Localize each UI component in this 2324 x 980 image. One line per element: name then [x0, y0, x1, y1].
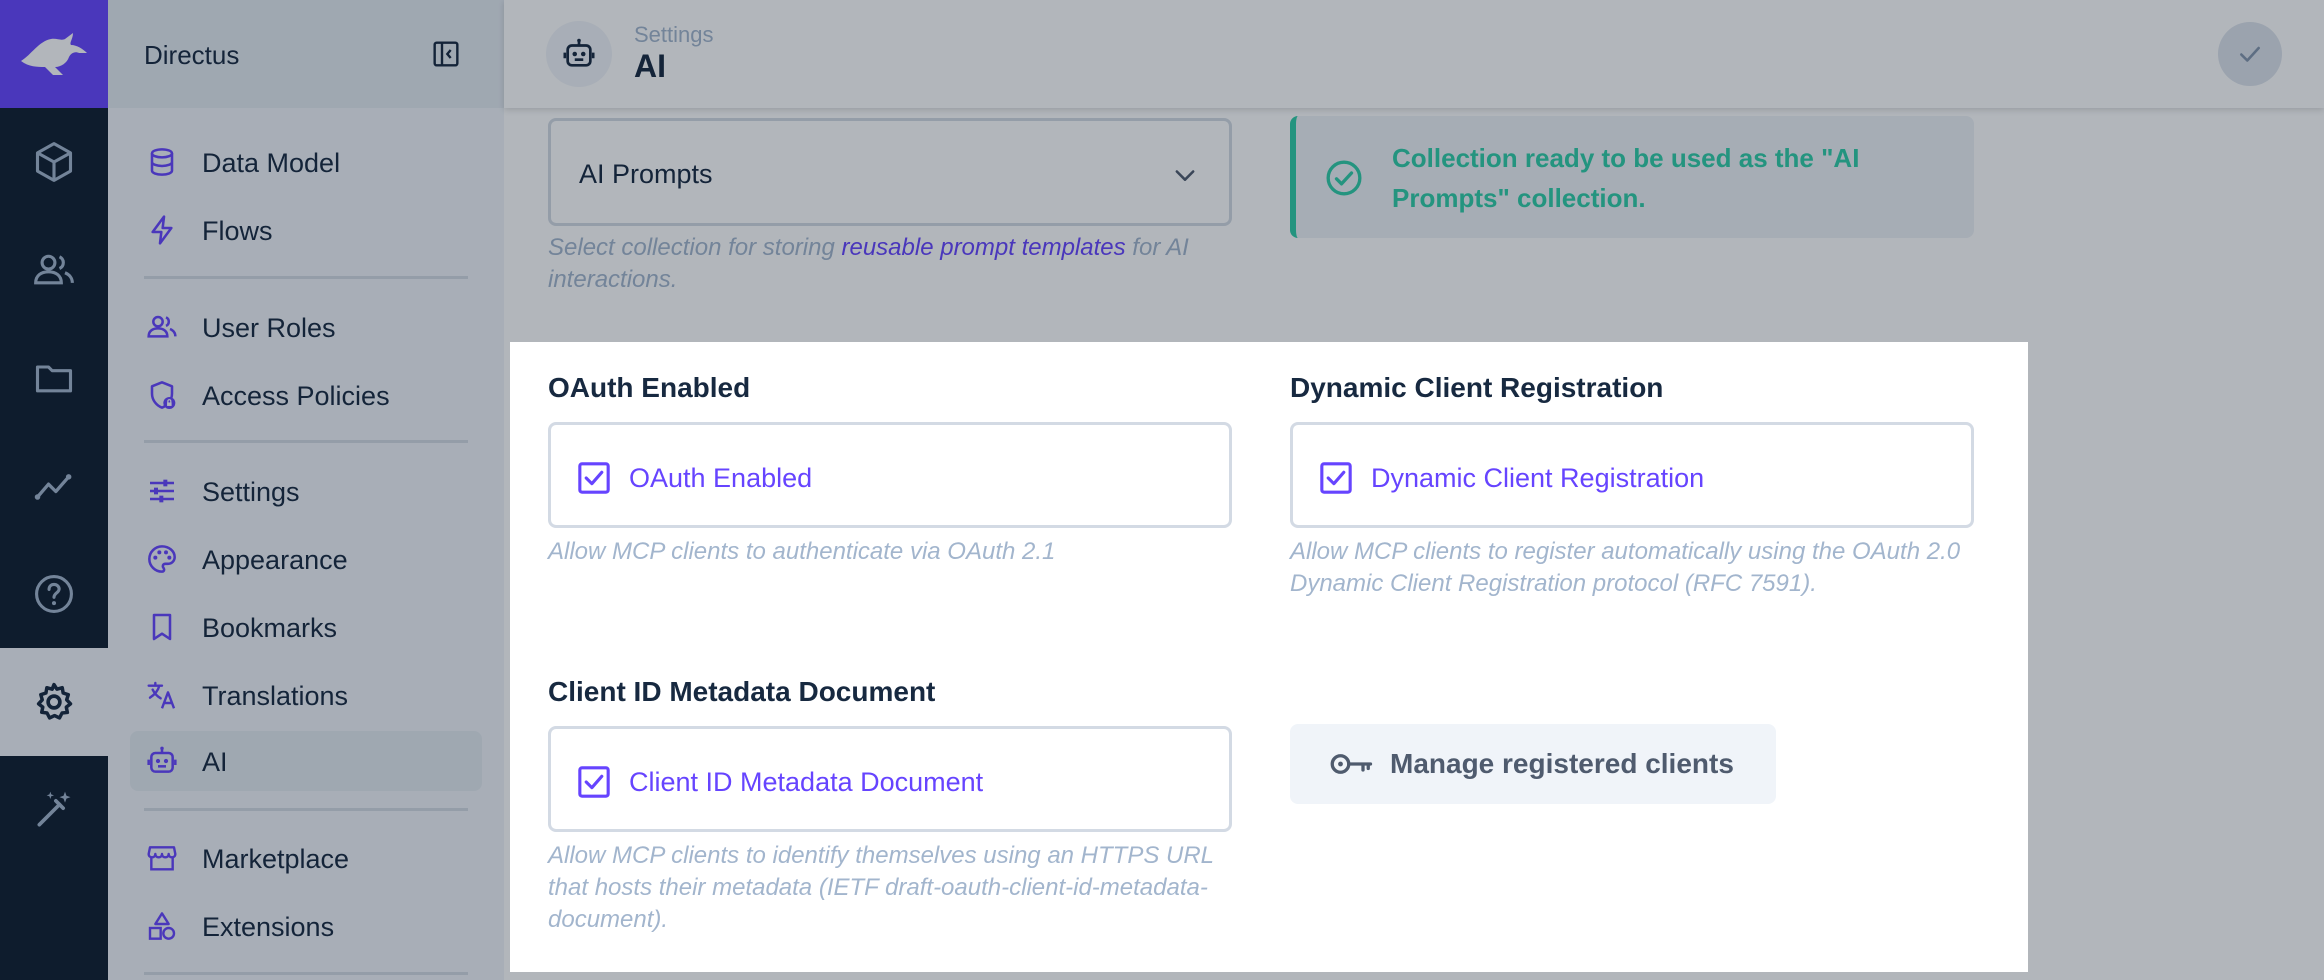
nav-divider	[144, 972, 468, 975]
check-icon	[2240, 46, 2260, 62]
gear-icon	[36, 682, 73, 720]
checkbox-checked-icon	[578, 462, 610, 494]
client-id-metadata-label: Client ID Metadata Document	[548, 676, 936, 707]
sidebar-item-label: Translations	[202, 681, 349, 711]
oauth-enabled-checkbox[interactable]: OAuth Enabled	[548, 422, 1232, 528]
sidebar-item-label: Appearance	[202, 545, 348, 575]
sidebar-item-label: Marketplace	[202, 844, 350, 874]
settings-navigation: Directus Data Model Flows User Roles Acc…	[108, 0, 504, 980]
magic-wand-icon	[37, 791, 71, 827]
sidebar-item-label: User Roles	[202, 313, 336, 343]
help-module-button[interactable]	[0, 540, 108, 648]
client-id-metadata-checkbox[interactable]: Client ID Metadata Document	[548, 726, 1232, 832]
people-icon	[34, 254, 74, 285]
checkbox-label: Client ID Metadata Document	[629, 767, 984, 797]
checkbox-checked-icon	[1320, 462, 1352, 494]
checkbox-label: OAuth Enabled	[629, 463, 813, 493]
group-icon	[147, 315, 177, 338]
users-module-button[interactable]	[0, 216, 108, 324]
help-icon	[35, 575, 73, 613]
sidebar-item-label: Flows	[202, 216, 273, 246]
notice-text: Collection ready to be used as the "AI P…	[1392, 143, 1860, 213]
sidebar-item-flows[interactable]: Flows	[130, 200, 482, 260]
manage-registered-clients-button[interactable]: Manage registered clients	[1290, 724, 1776, 804]
key-icon	[1330, 754, 1373, 774]
project-name: Directus	[144, 40, 240, 70]
collapse-sidebar-button[interactable]	[430, 38, 462, 70]
sidebar-item-label: Extensions	[202, 912, 335, 942]
translate-icon	[147, 681, 176, 709]
button-label: Manage registered clients	[1390, 748, 1734, 779]
dynamic-registration-hint: Allow MCP clients to register automatica…	[1290, 538, 1961, 597]
nav-divider	[144, 276, 468, 279]
cube-icon	[35, 142, 73, 182]
bookmark-icon	[152, 613, 172, 641]
chevron-down-icon	[1175, 170, 1195, 181]
ai-prompts-hint: Select collection for storing reusable p…	[548, 232, 1238, 296]
category-icon	[148, 912, 176, 940]
sidebar-item-extensions[interactable]: Extensions	[130, 896, 482, 956]
sidebar-item-label: Bookmarks	[202, 613, 338, 643]
sidebar-item-label: Settings	[202, 477, 300, 507]
main-content: Settings AI AI Prompts Select collection…	[504, 0, 2324, 980]
nav-divider	[144, 440, 468, 443]
storefront-icon	[147, 846, 177, 871]
collection-ready-notice: Collection ready to be used as the "AI P…	[1290, 116, 1974, 238]
ai-module-button[interactable]	[0, 756, 108, 864]
sidebar-item-label: AI	[202, 747, 228, 777]
files-module-button[interactable]	[0, 324, 108, 432]
smart-toy-icon	[563, 38, 595, 67]
checkbox-label: Dynamic Client Registration	[1371, 463, 1705, 493]
sidebar-item-appearance[interactable]: Appearance	[130, 529, 482, 589]
sidebar-item-ai[interactable]: AI	[130, 731, 482, 791]
oauth-enabled-label: OAuth Enabled	[548, 372, 751, 403]
sidebar-item-label: Data Model	[202, 148, 341, 178]
check-circle-icon	[1326, 160, 1362, 196]
database-icon	[150, 148, 174, 176]
hint-text: Select collection for storing	[548, 234, 842, 261]
oauth-enabled-hint: Allow MCP clients to authenticate via OA…	[548, 538, 1056, 565]
dynamic-registration-checkbox[interactable]: Dynamic Client Registration	[1290, 422, 1974, 528]
client-id-metadata-hint: Allow MCP clients to identify themselves…	[548, 842, 1214, 933]
sidebar-collapse-icon	[433, 41, 459, 67]
ai-prompts-collection-select[interactable]: AI Prompts	[548, 118, 1232, 226]
sidebar-item-bookmarks[interactable]: Bookmarks	[130, 597, 482, 657]
sidebar-item-access-policies[interactable]: Access Policies	[130, 365, 482, 425]
save-button[interactable]	[2218, 22, 2282, 86]
folder-icon	[35, 365, 73, 393]
settings-module-button[interactable]	[0, 648, 108, 756]
dynamic-registration-label: Dynamic Client Registration	[1290, 372, 1664, 403]
insights-module-button[interactable]	[0, 432, 108, 540]
shield-lock-icon	[150, 381, 176, 409]
insights-icon	[34, 474, 72, 500]
page-icon	[546, 21, 612, 87]
tune-icon	[150, 479, 174, 503]
sidebar-item-marketplace[interactable]: Marketplace	[130, 828, 482, 888]
module-bar	[0, 0, 108, 980]
reusable-prompt-templates-link[interactable]: reusable prompt templates	[841, 234, 1125, 261]
smart-toy-icon	[147, 746, 177, 773]
breadcrumb[interactable]: Settings	[634, 22, 714, 48]
nav-divider	[144, 808, 468, 811]
rabbit-logo-icon	[21, 33, 87, 75]
directus-logo[interactable]	[0, 0, 108, 108]
page-title: AI	[634, 48, 666, 84]
sidebar-item-user-roles[interactable]: User Roles	[130, 297, 482, 357]
project-header: Directus	[108, 0, 504, 108]
sidebar-item-data-model[interactable]: Data Model	[130, 132, 482, 192]
palette-icon	[148, 545, 176, 573]
select-value: AI Prompts	[579, 159, 713, 189]
sidebar-item-settings[interactable]: Settings	[130, 461, 482, 521]
content-module-button[interactable]	[0, 108, 108, 216]
checkbox-checked-icon	[578, 766, 610, 798]
page-header: Settings AI	[504, 0, 2324, 108]
sidebar-item-translations[interactable]: Translations	[130, 665, 482, 725]
bolt-icon	[151, 215, 173, 245]
sidebar-item-label: Access Policies	[202, 381, 390, 411]
